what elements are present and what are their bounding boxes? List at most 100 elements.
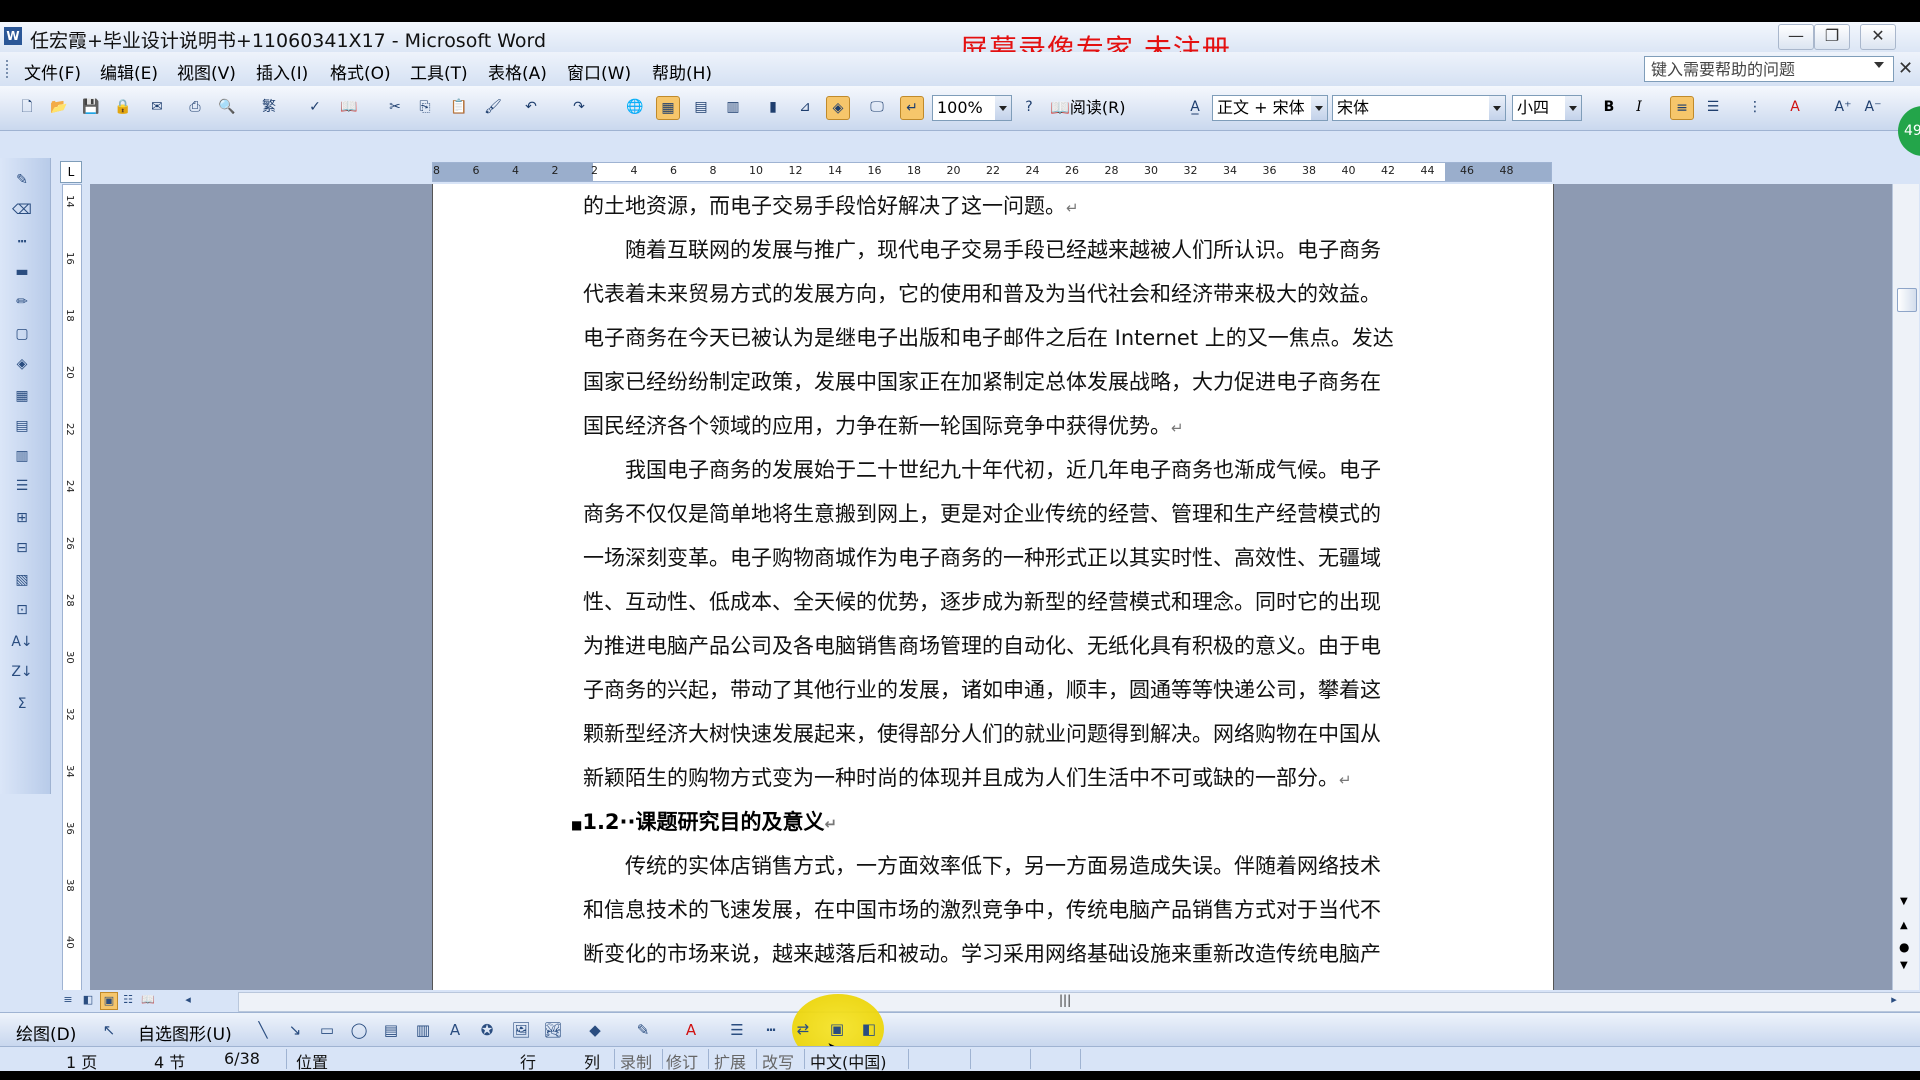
permission-icon[interactable]: 🔒 bbox=[112, 96, 134, 118]
italic-button[interactable]: I bbox=[1628, 96, 1650, 118]
close-document-icon[interactable]: ✕ bbox=[1898, 58, 1913, 79]
bold-button[interactable]: B bbox=[1598, 96, 1620, 118]
select-browse-object-icon[interactable]: ● bbox=[1899, 940, 1909, 954]
menu-help[interactable]: 帮助(H) bbox=[652, 59, 712, 84]
sort-descending-icon[interactable]: Z↓ bbox=[10, 662, 34, 682]
copy-icon[interactable]: ⎘ bbox=[414, 96, 436, 118]
horizontal-ruler[interactable]: 8 6 4 2 2 4 6 8 10 12 14 16 18 20 22 24 26 28 30 32 34 36 38 40… bbox=[432, 162, 1552, 182]
zoom-dropdown-icon[interactable] bbox=[995, 96, 1011, 120]
paragraph-marks-icon[interactable]: ↵ bbox=[900, 96, 924, 120]
menu-tools[interactable]: 工具(T) bbox=[410, 59, 468, 84]
document-map-icon[interactable]: ◈ bbox=[826, 96, 850, 120]
styles-formatting-icon[interactable]: A̲ bbox=[1184, 96, 1206, 118]
horizontal-scrollbar[interactable]: ||| bbox=[238, 992, 1920, 1012]
split-cells-icon[interactable]: ▥ bbox=[10, 446, 34, 466]
grow-font-icon[interactable]: A⁺ bbox=[1832, 96, 1854, 118]
scroll-right-icon[interactable]: ▸ bbox=[1886, 992, 1902, 1008]
autoshapes-menu[interactable]: 自选图形(U) bbox=[138, 1020, 232, 1045]
shadow-style-icon[interactable]: ▣ bbox=[826, 1019, 848, 1039]
vertical-scrollbar[interactable]: ▼ ▲ ● ▼ bbox=[1892, 184, 1919, 990]
autosum-icon[interactable]: Σ bbox=[10, 694, 34, 714]
menu-edit[interactable]: 编辑(E) bbox=[100, 59, 158, 84]
menu-view[interactable]: 视图(V) bbox=[177, 59, 236, 84]
arrow-style-icon[interactable]: ⇄ bbox=[792, 1019, 814, 1039]
draw-table-icon[interactable]: ✎ bbox=[10, 170, 34, 190]
insert-table-v-icon[interactable]: ▦ bbox=[10, 386, 34, 406]
print-icon[interactable]: ⎙ bbox=[184, 96, 206, 118]
help-search-input[interactable]: 键入需要帮助的问题 bbox=[1644, 56, 1894, 82]
line-weight-icon[interactable]: ▬ bbox=[10, 262, 34, 282]
email-icon[interactable]: ✉ bbox=[146, 96, 168, 118]
help-icon[interactable]: ? bbox=[1018, 96, 1040, 118]
font-size-dropdown-icon[interactable] bbox=[1565, 96, 1581, 120]
center-align-icon[interactable]: ☰ bbox=[1702, 96, 1724, 118]
line-color-icon[interactable]: ✎ bbox=[632, 1020, 654, 1040]
print-layout-icon[interactable]: ▣ bbox=[100, 992, 118, 1010]
scroll-down-icon[interactable]: ▼ bbox=[1900, 896, 1908, 907]
line-icon[interactable]: ╲ bbox=[252, 1020, 274, 1040]
diagram-icon[interactable]: ✪ bbox=[476, 1020, 498, 1040]
document-page[interactable]: 的土地资源，而电子交易手段恰好解决了这一问题。↵ 随着互联网的发展与推广，现代电… bbox=[432, 184, 1554, 990]
line-style-draw-icon[interactable]: ☰ bbox=[726, 1020, 748, 1040]
outside-border-icon[interactable]: ▢ bbox=[10, 324, 34, 344]
font-size-select[interactable]: 小四 bbox=[1512, 95, 1582, 121]
border-color-icon[interactable]: ✏ bbox=[10, 292, 34, 312]
scroll-left-icon[interactable]: ◂ bbox=[180, 992, 196, 1008]
menu-file[interactable]: 文件(F) bbox=[24, 59, 81, 84]
select-objects-icon[interactable]: ↖ bbox=[98, 1020, 120, 1040]
oval-icon[interactable]: ◯ bbox=[348, 1020, 370, 1040]
format-painter-icon[interactable]: 🖌 bbox=[482, 96, 504, 118]
restore-button[interactable]: ❐ bbox=[1814, 24, 1850, 50]
show-hide-icon[interactable]: 🖵 bbox=[866, 96, 888, 118]
paragraph-1[interactable]: 随着互联网的发展与推广，现代电子交易手段已经越来越被人们所认识。电子商务 代表着… bbox=[583, 228, 1433, 448]
font-select[interactable]: 宋体 bbox=[1332, 95, 1506, 121]
status-record[interactable]: 录制 bbox=[620, 1049, 652, 1073]
read-mode-button[interactable]: 📖阅读(R) bbox=[1050, 95, 1148, 121]
distribute-columns-icon[interactable]: ⊟ bbox=[10, 538, 34, 558]
print-preview-icon[interactable]: 🔍 bbox=[216, 96, 238, 118]
word-app-icon[interactable]: W bbox=[4, 27, 22, 45]
clip-art-icon[interactable]: 🖼 bbox=[510, 1020, 532, 1040]
outline-view-icon[interactable]: ☷ bbox=[120, 992, 136, 1008]
shrink-font-icon[interactable]: A⁻ bbox=[1862, 96, 1884, 118]
justify-icon[interactable]: ≡ bbox=[1670, 96, 1694, 120]
vertical-ruler[interactable]: 14 16 18 20 22 24 26 28 30 32 34 36 38 40 bbox=[62, 184, 82, 992]
wordart-icon[interactable]: A bbox=[444, 1020, 466, 1040]
font-color-icon[interactable]: A bbox=[1784, 96, 1806, 118]
dash-style-icon[interactable]: ┅ bbox=[760, 1020, 782, 1040]
hyperlink-icon[interactable]: 🌐 bbox=[624, 96, 646, 118]
eraser-icon[interactable]: ⌫ bbox=[10, 200, 34, 220]
research-icon[interactable]: 📖 bbox=[338, 96, 360, 118]
line-style-icon[interactable]: ┅ bbox=[10, 232, 34, 252]
autoformat-icon[interactable]: ▧ bbox=[10, 570, 34, 590]
minimize-button[interactable]: — bbox=[1778, 24, 1814, 50]
paragraph-3[interactable]: 传统的实体店销售方式，一方面效率低下，另一方面易造成失误。伴随着网络技术 和信息… bbox=[583, 844, 1433, 976]
paragraph-2[interactable]: 我国电子商务的发展始于二十世纪九十年代初，近几年电子商务也渐成气候。电子 商务不… bbox=[583, 448, 1433, 800]
insert-table-icon[interactable]: ▤ bbox=[690, 96, 712, 118]
distribute-rows-icon[interactable]: ⊞ bbox=[10, 508, 34, 528]
tables-borders-icon[interactable]: ▦ bbox=[656, 96, 680, 120]
scroll-thumb-grip[interactable]: ||| bbox=[1059, 993, 1071, 1007]
align-icon[interactable]: ☰ bbox=[10, 476, 34, 496]
arrow-icon[interactable]: ↘ bbox=[284, 1020, 306, 1040]
save-icon[interactable]: 💾 bbox=[80, 96, 102, 118]
close-window-button[interactable]: ✕ bbox=[1860, 24, 1896, 50]
menubar-grip[interactable] bbox=[6, 60, 11, 78]
text-box-icon[interactable]: ▤ bbox=[380, 1020, 402, 1040]
text-direction-icon[interactable]: ⊡ bbox=[10, 600, 34, 620]
menu-table[interactable]: 表格(A) bbox=[488, 59, 547, 84]
status-overtype[interactable]: 改写 bbox=[762, 1049, 794, 1073]
menu-insert[interactable]: 插入(I) bbox=[256, 59, 308, 84]
merge-cells-icon[interactable]: ▤ bbox=[10, 416, 34, 436]
numbering-icon[interactable]: ⋮ bbox=[1744, 96, 1766, 118]
draw-font-color-icon[interactable]: A bbox=[680, 1020, 702, 1040]
zoom-select[interactable]: 100% bbox=[932, 95, 1012, 121]
next-page-icon[interactable]: ▼ bbox=[1900, 960, 1908, 971]
vertical-text-box-icon[interactable]: ▥ bbox=[412, 1020, 434, 1040]
web-view-icon[interactable]: ◧ bbox=[80, 992, 96, 1008]
sort-ascending-icon[interactable]: A↓ bbox=[10, 632, 34, 652]
status-extend[interactable]: 扩展 bbox=[714, 1049, 746, 1073]
shading-icon[interactable]: ◈ bbox=[10, 354, 34, 374]
undo-icon[interactable]: ↶ bbox=[520, 96, 542, 118]
spelling-icon[interactable]: ✓ bbox=[304, 96, 326, 118]
